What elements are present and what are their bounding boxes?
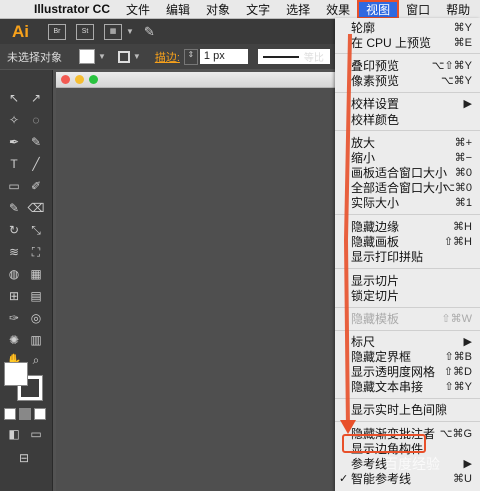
annotation-arrow (340, 33, 356, 434)
watermark: 百度经验 (384, 456, 440, 472)
